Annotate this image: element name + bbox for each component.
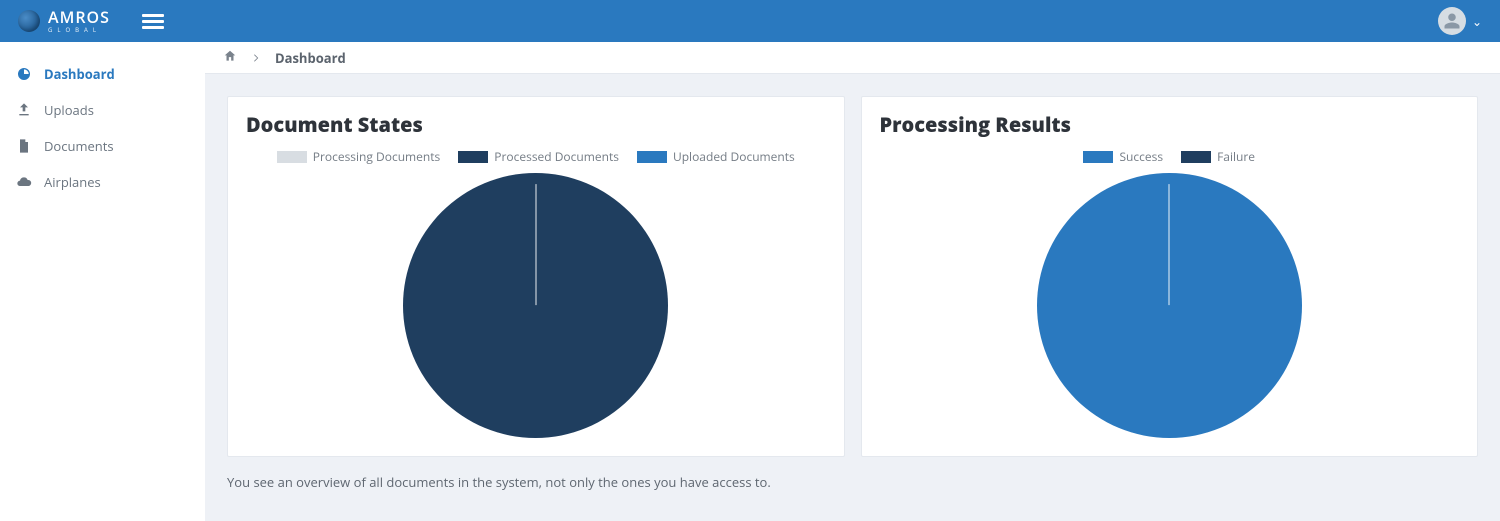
cloud-icon	[16, 174, 32, 190]
legend-label: Uploaded Documents	[673, 148, 795, 165]
sidebar-item-label: Uploads	[44, 101, 94, 119]
pie-chart	[403, 173, 668, 438]
topbar-right: ⌄	[1438, 0, 1482, 42]
legend-label: Success	[1119, 148, 1163, 165]
sidebar-item-label: Documents	[44, 137, 114, 155]
home-icon[interactable]	[223, 49, 237, 67]
chevron-right-icon	[251, 49, 261, 67]
legend-item[interactable]: Uploaded Documents	[637, 148, 795, 165]
legend-label: Processed Documents	[494, 148, 619, 165]
sidebar-item-dashboard[interactable]: Dashboard	[0, 56, 205, 92]
legend-swatch	[1083, 151, 1113, 163]
sidebar-item-label: Airplanes	[44, 173, 101, 191]
legend-label: Processing Documents	[313, 148, 441, 165]
legend-item[interactable]: Success	[1083, 148, 1163, 165]
sidebar-item-documents[interactable]: Documents	[0, 128, 205, 164]
brand-sub: GLOBAL	[48, 27, 110, 33]
menu-toggle-button[interactable]	[142, 14, 164, 29]
legend-swatch	[1181, 151, 1211, 163]
card-document-states: Document States Processing Documents Pro…	[227, 96, 845, 457]
legend-swatch	[458, 151, 488, 163]
brand-logo[interactable]: AMROS GLOBAL	[18, 9, 110, 33]
chart-processing-results	[880, 173, 1460, 438]
sidebar: Dashboard Uploads Documents Airplanes	[0, 42, 205, 521]
legend: Processing Documents Processed Documents…	[246, 148, 826, 165]
card-processing-results: Processing Results Success Failure	[861, 96, 1479, 457]
user-icon	[1443, 12, 1461, 30]
legend: Success Failure	[880, 148, 1460, 165]
top-bar: AMROS GLOBAL ⌄	[0, 0, 1500, 42]
brand-name: AMROS	[48, 9, 110, 25]
dashboard-icon	[16, 66, 32, 82]
legend-swatch	[277, 151, 307, 163]
overview-note: You see an overview of all documents in …	[227, 473, 1478, 491]
pie-chart	[1037, 173, 1302, 438]
card-title: Processing Results	[880, 111, 1460, 138]
legend-swatch	[637, 151, 667, 163]
brand-text: AMROS GLOBAL	[48, 9, 110, 33]
legend-item[interactable]: Processing Documents	[277, 148, 441, 165]
main-area: Dashboard Document States Processing Doc…	[205, 42, 1500, 521]
card-title: Document States	[246, 111, 826, 138]
chevron-down-icon[interactable]: ⌄	[1472, 13, 1482, 30]
legend-item[interactable]: Processed Documents	[458, 148, 619, 165]
user-avatar[interactable]	[1438, 7, 1466, 35]
document-icon	[16, 138, 32, 154]
sidebar-item-label: Dashboard	[44, 65, 115, 83]
sidebar-item-uploads[interactable]: Uploads	[0, 92, 205, 128]
brand-mark-icon	[18, 10, 40, 32]
breadcrumb: Dashboard	[205, 42, 1500, 74]
upload-icon	[16, 102, 32, 118]
legend-label: Failure	[1217, 148, 1255, 165]
sidebar-item-airplanes[interactable]: Airplanes	[0, 164, 205, 200]
content: Document States Processing Documents Pro…	[205, 74, 1500, 513]
breadcrumb-current: Dashboard	[275, 49, 346, 67]
legend-item[interactable]: Failure	[1181, 148, 1255, 165]
chart-document-states	[246, 173, 826, 438]
